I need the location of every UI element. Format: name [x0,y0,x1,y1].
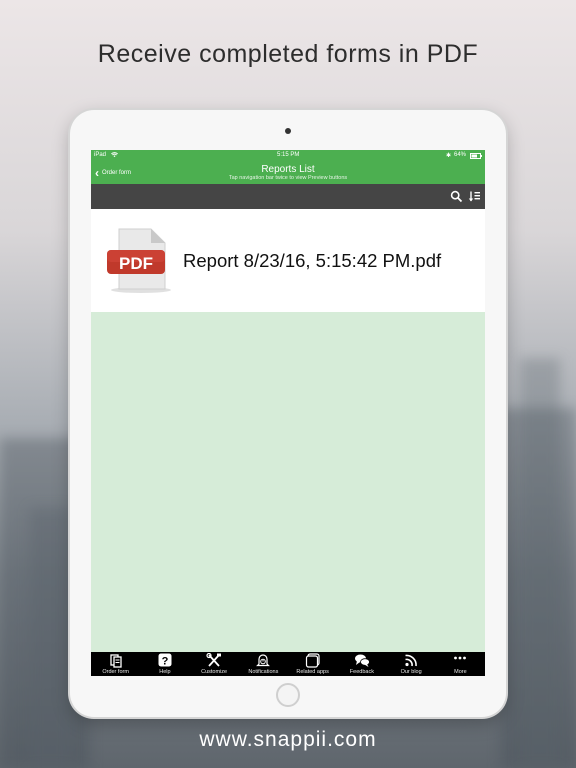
report-file-name: Report 8/23/16, 5:15:42 PM.pdf [183,250,442,271]
tab-help[interactable]: ? Help [140,652,189,676]
tab-label: Notifications [248,669,279,675]
tools-icon [206,653,222,667]
tab-customize[interactable]: Customize [190,652,239,676]
tab-label: Feedback [349,669,374,675]
tab-feedback[interactable]: Feedback [337,652,386,676]
tab-label: Customize [201,669,228,675]
carrier-label: iPad [94,152,107,158]
search-icon[interactable] [450,190,463,203]
home-button[interactable] [276,683,300,707]
tab-more[interactable]: More [436,652,485,676]
app-screen: iPad 5:15 PM ✱ 64% ‹ Order form Reports … [91,150,485,676]
chat-icon [354,654,370,667]
report-list-item[interactable]: PDF Report 8/23/16, 5:15:42 PM.pdf [91,209,485,312]
apps-icon [305,653,320,668]
tab-label: Related apps [296,669,329,675]
tab-related-apps[interactable]: Related apps [288,652,337,676]
bell-icon [256,654,271,667]
tablet-frame: iPad 5:15 PM ✱ 64% ‹ Order form Reports … [70,110,506,717]
clock: 5:15 PM [277,152,300,158]
form-icon [109,654,122,668]
headline: Receive completed forms in PDF [97,40,479,68]
camera [285,128,291,134]
tab-notifications[interactable]: Notifications [239,652,288,676]
svg-text:?: ? [162,656,169,668]
toolbar [91,184,485,209]
battery-percent: 64% [454,152,467,158]
navigation-bar[interactable]: ‹ Order form Reports List Tap navigation… [91,162,485,184]
tab-label: Our blog [400,669,422,675]
battery-icon [470,153,482,161]
wifi-icon [111,152,118,160]
tab-label: Order form [102,669,129,675]
tab-our-blog[interactable]: Our blog [387,652,436,676]
bluetooth-icon: ✱ [446,153,452,159]
page-title: Reports List [261,164,315,175]
tab-label: Help [159,669,171,675]
sort-icon[interactable] [468,190,481,203]
page-subtitle: Tap navigation bar twice to view Preview… [228,175,348,181]
pdf-file-icon: PDF [105,227,175,295]
rss-icon [405,654,417,667]
help-icon: ? [158,653,172,668]
status-bar: iPad 5:15 PM ✱ 64% [91,150,485,162]
pdf-badge-text: PDF [119,254,153,273]
website-url: www.snappii.com [199,728,377,751]
tab-label: More [454,669,467,675]
more-icon [454,656,467,660]
tab-bar: Order form ? Help Customize Notification… [91,652,485,676]
tab-order-form[interactable]: Order form [91,652,140,676]
